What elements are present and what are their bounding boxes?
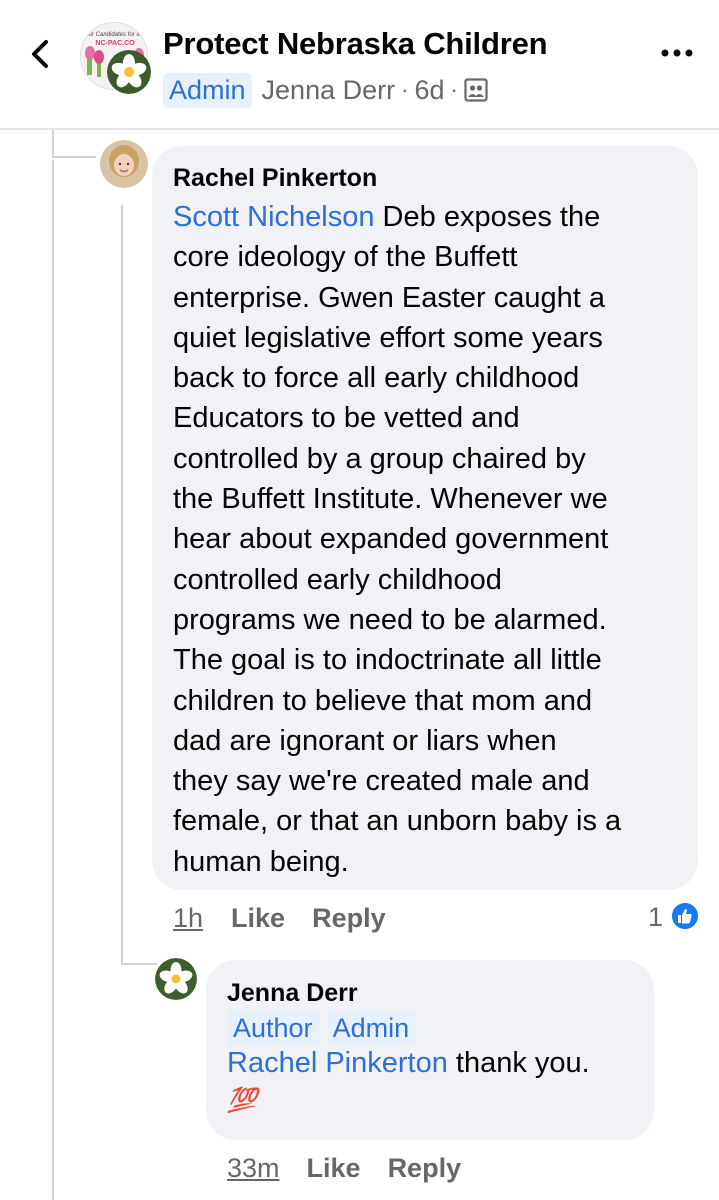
mention-link[interactable]: Rachel Pinkerton	[227, 1047, 448, 1079]
comment-line: female, or that an unborn baby is a	[173, 805, 622, 838]
like-button[interactable]: Like	[231, 903, 285, 934]
reaction-count[interactable]: 1	[648, 902, 663, 933]
comment-actions: 1h Like Reply	[173, 900, 386, 936]
reply-button[interactable]: Reply	[388, 1153, 462, 1184]
comment-line: back to force all early childhood	[173, 362, 580, 395]
avatar-logo-text: NC-PAC.CO	[95, 40, 135, 47]
post-age[interactable]: 6d	[414, 75, 444, 106]
reply-badges: Author Admin	[227, 1011, 416, 1046]
more-options-button[interactable]	[652, 40, 702, 66]
back-button[interactable]	[24, 34, 60, 74]
author-badge: Author	[227, 1011, 319, 1046]
comment-text: Scott Nichelson Deb exposes the core ide…	[173, 197, 683, 882]
commenter-avatar[interactable]	[100, 140, 148, 188]
comment-line: programs we need to be alarmed.	[173, 603, 607, 636]
more-dots-icon	[661, 49, 693, 57]
thread-line	[52, 160, 54, 1200]
like-reaction-icon[interactable]	[670, 901, 700, 931]
group-members-icon	[464, 78, 488, 102]
comment-author[interactable]: Rachel Pinkerton	[173, 164, 377, 193]
comment-line: controlled early childhood	[173, 563, 502, 596]
thread-line	[121, 205, 123, 965]
post-header: our Candidates for Ma NC-PAC.CO Protect …	[0, 0, 719, 128]
poster-avatar[interactable]	[107, 50, 151, 94]
mention-link[interactable]: Scott Nichelson	[173, 201, 375, 233]
meta-separator: ·	[450, 77, 458, 102]
reply-text: Rachel Pinkerton thank you.	[227, 1043, 647, 1083]
poster-name[interactable]: Jenna Derr	[262, 75, 396, 106]
comment-line: controlled by a group chaired by	[173, 442, 586, 475]
comment-line: core ideology of the Buffett	[173, 241, 518, 274]
reply-time[interactable]: 33m	[227, 1153, 280, 1184]
comment-line: The goal is to indoctrinate all little	[173, 644, 602, 677]
reply-actions: 33m Like Reply	[227, 1150, 461, 1186]
comment-time[interactable]: 1h	[173, 903, 203, 934]
chevron-left-icon	[32, 40, 48, 68]
comment-line: the Buffett Institute. Whenever we	[173, 483, 608, 516]
reply-button[interactable]: Reply	[312, 903, 386, 934]
admin-badge: Admin	[326, 1011, 416, 1046]
reply-avatar[interactable]	[155, 958, 197, 1000]
reply-author[interactable]: Jenna Derr	[227, 979, 358, 1008]
comment-line: Educators to be vetted and	[173, 402, 520, 435]
comment-line: children to believe that mom and	[173, 684, 593, 717]
thread-line	[121, 963, 157, 965]
comment-line: quiet legislative effort some years	[173, 321, 603, 354]
meta-separator: ·	[401, 77, 409, 102]
thread-line	[52, 156, 96, 158]
thread-line	[52, 130, 54, 158]
header-divider	[0, 128, 719, 130]
group-title[interactable]: Protect Nebraska Children	[163, 26, 548, 62]
comment-line: human being.	[173, 845, 349, 878]
comment-line: Deb exposes the	[374, 201, 601, 233]
comment-line: they say we're created male and	[173, 765, 590, 798]
comment-line: enterprise. Gwen Easter caught a	[173, 281, 606, 314]
avatar-banner-text: our Candidates for Ma	[85, 32, 145, 38]
post-meta: Admin Jenna Derr · 6d ·	[163, 72, 488, 108]
reply-body: thank you.	[447, 1047, 590, 1079]
comment-line: dad are ignorant or liars when	[173, 724, 557, 757]
like-button[interactable]: Like	[307, 1153, 361, 1184]
admin-badge: Admin	[163, 72, 252, 108]
comment-line: hear about expanded government	[173, 523, 609, 556]
hundred-points-emoji: 💯	[227, 1086, 257, 1114]
comment-thread-screen: our Candidates for Ma NC-PAC.CO Protect …	[0, 0, 719, 1200]
